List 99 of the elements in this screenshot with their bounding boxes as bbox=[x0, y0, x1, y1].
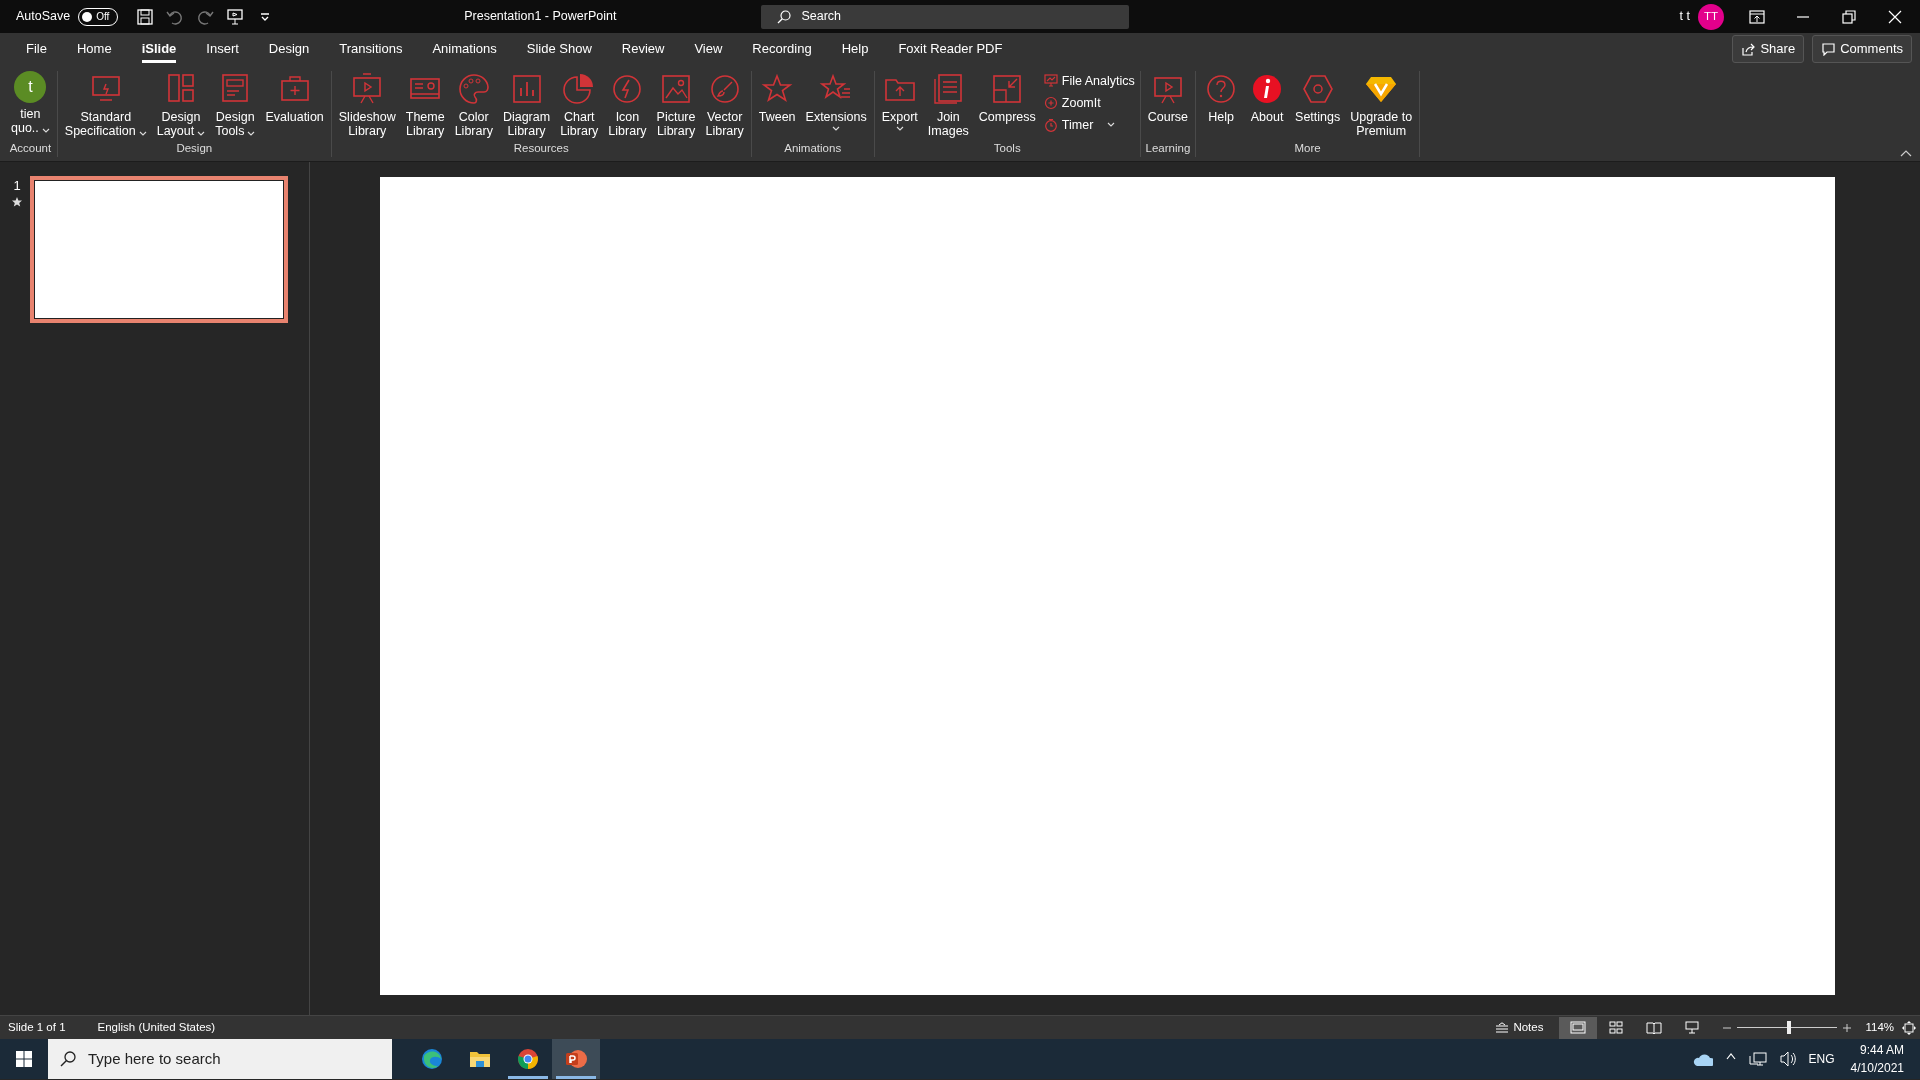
user-name: t t bbox=[1679, 8, 1690, 26]
comment-icon bbox=[1821, 42, 1836, 56]
ribbon-button[interactable]: Chart Library bbox=[556, 71, 603, 140]
ribbon-tab[interactable]: Help bbox=[826, 35, 884, 63]
zoom-in-icon[interactable] bbox=[1843, 1023, 1852, 1032]
taskbar-search-field[interactable]: Type here to search bbox=[48, 1039, 392, 1079]
presenter-icon bbox=[1684, 1021, 1701, 1034]
volume-icon[interactable] bbox=[1778, 1050, 1797, 1068]
caret-icon bbox=[247, 130, 256, 136]
window-title: Presentation1 - PowerPoint bbox=[464, 8, 617, 26]
share-button[interactable]: Share bbox=[1732, 35, 1805, 63]
ribbon-tab[interactable]: Home bbox=[61, 35, 127, 63]
ribbon-button[interactable]: Course bbox=[1143, 71, 1193, 140]
chart-monitor-icon bbox=[1043, 74, 1058, 89]
collapse-icon[interactable] bbox=[1900, 149, 1912, 157]
account-button[interactable]: t tien quo.. bbox=[7, 71, 54, 140]
ribbon-tab[interactable]: Transitions bbox=[324, 35, 418, 63]
ribbon-button[interactable]: About bbox=[1245, 71, 1290, 140]
ribbon-tab[interactable]: Animations bbox=[417, 35, 512, 63]
slides-app-icon bbox=[564, 1047, 588, 1071]
share-icon bbox=[1741, 42, 1756, 56]
ribbon-button[interactable]: Help bbox=[1199, 71, 1244, 140]
ribbon-button[interactable]: Design Layout bbox=[152, 71, 210, 140]
search-icon bbox=[777, 9, 792, 24]
network-icon[interactable] bbox=[1748, 1050, 1767, 1068]
ribbon-tab[interactable]: Foxit Reader PDF bbox=[883, 35, 1018, 63]
notes-icon bbox=[1495, 1021, 1510, 1034]
taskbar-app[interactable] bbox=[552, 1039, 600, 1079]
browser-icon bbox=[420, 1047, 444, 1071]
zoom-level: 114% bbox=[1865, 1019, 1894, 1035]
ribbon-tab[interactable]: Insert bbox=[191, 35, 254, 63]
ribbon-button[interactable]: Picture Library bbox=[652, 71, 700, 140]
book-icon bbox=[1646, 1021, 1663, 1034]
ribbon-button[interactable]: Color Library bbox=[450, 71, 497, 140]
ribbon-button[interactable]: Theme Library bbox=[401, 71, 449, 140]
ribbon-button[interactable]: Diagram Library bbox=[498, 71, 555, 140]
caret-icon bbox=[41, 127, 50, 133]
ribbon-button[interactable]: File Analytics bbox=[1041, 71, 1137, 92]
grid-icon bbox=[1608, 1021, 1625, 1034]
zoom-in-icon bbox=[1043, 96, 1058, 111]
ribbon-button[interactable]: Standard Specification bbox=[60, 71, 151, 140]
fit-slide-icon[interactable] bbox=[1902, 1020, 1916, 1035]
ribbon-button[interactable]: Upgrade to Premium bbox=[1346, 71, 1417, 140]
clock-time: 9:44 AM bbox=[1859, 1042, 1904, 1059]
restore-icon[interactable] bbox=[1840, 7, 1858, 26]
ribbon-button[interactable]: Icon Library bbox=[604, 71, 651, 140]
ribbon-button[interactable]: Compress bbox=[974, 71, 1040, 140]
caret-icon bbox=[895, 126, 904, 132]
ribbon-button[interactable]: Extensions bbox=[801, 71, 871, 140]
normal-view-icon bbox=[1570, 1021, 1587, 1034]
ribbon-button[interactable]: Tween bbox=[754, 71, 800, 140]
search-icon bbox=[60, 1051, 76, 1067]
slide-number: 1 bbox=[12, 177, 22, 195]
windows-icon bbox=[16, 1051, 32, 1067]
group-label: Tools bbox=[992, 140, 1022, 156]
user-avatar[interactable]: TT bbox=[1698, 3, 1724, 30]
input-language: ENG bbox=[1808, 1051, 1835, 1068]
language-label: English (United States) bbox=[97, 1019, 216, 1035]
view-button[interactable] bbox=[1559, 1016, 1598, 1039]
group-label: Account bbox=[8, 140, 53, 156]
account-avatar: t bbox=[14, 71, 47, 103]
group-label: Design bbox=[175, 140, 214, 156]
ribbon-button[interactable]: Design Tools bbox=[211, 71, 260, 140]
group-label: Learning bbox=[1144, 140, 1192, 156]
timer-icon bbox=[1043, 117, 1058, 132]
ribbon-tab[interactable]: iSlide bbox=[126, 35, 192, 63]
ribbon-tab[interactable]: Review bbox=[606, 35, 680, 63]
search-field[interactable]: Search bbox=[761, 4, 1130, 29]
caret-icon bbox=[1107, 122, 1116, 128]
clock-date: 4/10/2021 bbox=[1850, 1060, 1904, 1077]
ribbon-tab[interactable]: View bbox=[679, 35, 738, 63]
ribbon-button[interactable]: Export bbox=[877, 71, 922, 140]
ribbon-button[interactable]: ZoomIt bbox=[1041, 92, 1137, 114]
comments-button[interactable]: Comments bbox=[1812, 35, 1912, 63]
caret-icon bbox=[138, 130, 147, 136]
slide-thumbnail[interactable] bbox=[30, 176, 288, 323]
save-icon[interactable] bbox=[136, 7, 155, 26]
slide-counter: Slide 1 of 1 bbox=[8, 1019, 66, 1035]
ribbon-tab[interactable]: Slide Show bbox=[511, 35, 607, 63]
presenter-icon[interactable] bbox=[226, 7, 245, 26]
group-label: Resources bbox=[512, 140, 570, 156]
ribbon-tab[interactable]: Recording bbox=[737, 35, 827, 63]
zoom-slider-thumb[interactable] bbox=[1787, 1021, 1792, 1034]
ribbon-button[interactable]: Slideshow Library bbox=[334, 71, 400, 140]
chrome-icon bbox=[516, 1047, 540, 1071]
group-label: Animations bbox=[783, 140, 843, 156]
caret-icon bbox=[197, 130, 206, 136]
ribbon-button[interactable]: Evaluation bbox=[261, 71, 328, 140]
autosave-label: AutoSave bbox=[16, 8, 71, 26]
notes-button[interactable]: Notes bbox=[1495, 1021, 1544, 1034]
group-label: More bbox=[1293, 140, 1322, 156]
ribbon-button[interactable]: Timer bbox=[1041, 114, 1137, 136]
ribbon-button[interactable]: Join Images bbox=[923, 71, 973, 140]
ribbon-display-icon[interactable] bbox=[1748, 7, 1766, 26]
ribbon-tab[interactable]: Design bbox=[253, 35, 325, 63]
caret-icon bbox=[832, 126, 841, 132]
ribbon-tab[interactable]: File bbox=[11, 35, 62, 63]
ribbon-button[interactable]: Vector Library bbox=[701, 71, 748, 140]
ribbon-button[interactable]: Settings bbox=[1291, 71, 1345, 140]
